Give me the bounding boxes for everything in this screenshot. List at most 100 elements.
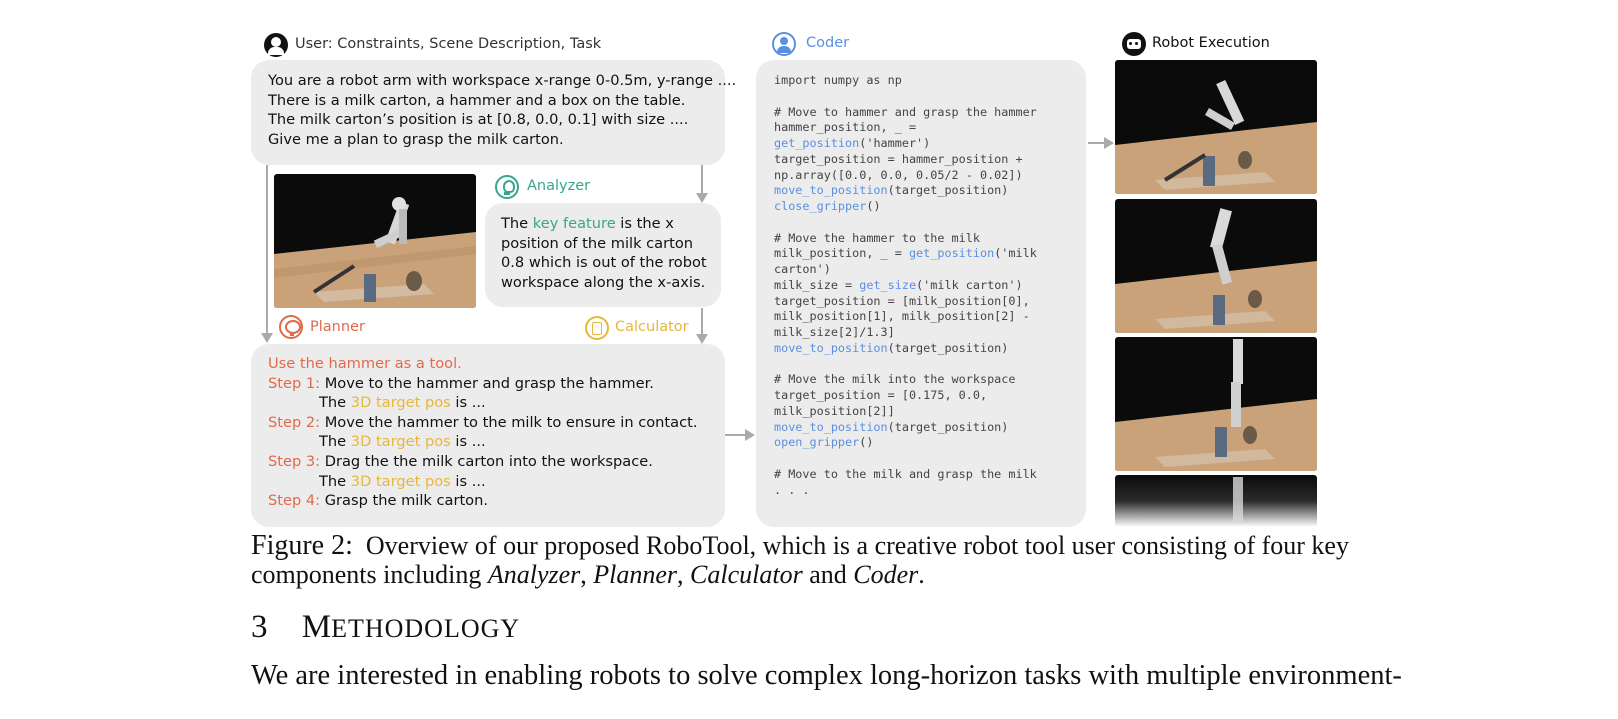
caption-analyzer: Analyzer	[487, 560, 581, 589]
figure-label: Figure 2:	[251, 530, 353, 561]
arrowhead-icon	[261, 333, 273, 343]
section-heading: 3 METHODOLOGY	[251, 609, 520, 646]
code-line: milk_size = get_size('milk carton')	[774, 278, 1086, 294]
code-function: get_position	[908, 246, 995, 261]
section-title-first: M	[301, 609, 332, 645]
code-text: milk_position[2]]	[774, 403, 895, 418]
sub-post: is ...	[450, 433, 486, 451]
arrow-user-to-planner-left	[266, 165, 268, 335]
code-text: ()	[866, 199, 881, 213]
step-text: Drag the the milk carton into the worksp…	[324, 452, 653, 470]
code-function: move_to_position	[774, 340, 888, 355]
code-text: import numpy as np	[774, 73, 902, 87]
planner-header: Planner	[310, 319, 365, 335]
coder-bubble: import numpy as np # Move to hammer and g…	[756, 60, 1086, 527]
caption-text-1: Overview of our proposed RoboTool, which…	[365, 531, 1349, 560]
user-line-1: You are a robot arm with workspace x-ran…	[268, 72, 737, 89]
robot-frame-3	[1115, 337, 1317, 471]
step-text: Grasp the milk carton.	[324, 492, 488, 510]
planner-step-2-sub: The 3D target pos is ...	[268, 432, 725, 452]
calculator-header: Calculator	[615, 319, 689, 335]
sub-target-pos: 3D target pos	[350, 394, 451, 412]
code-line: target_position = [0.175, 0.0,	[774, 388, 1086, 404]
code-line: import numpy as np	[774, 73, 1086, 89]
body-paragraph: We are interested in enabling robots to …	[251, 660, 1402, 691]
code-block: import numpy as np # Move to hammer and g…	[774, 73, 1086, 498]
step-text: Move to the hammer and grasp the hammer.	[324, 374, 654, 392]
sub-pre: The	[319, 433, 351, 451]
robot-frame-2	[1115, 199, 1317, 333]
scene-image	[274, 174, 476, 308]
code-text: # Move to hammer and grasp the hammer	[774, 104, 1037, 119]
planner-step-2: Step 2: Move the hammer to the milk to e…	[268, 413, 725, 433]
code-line: hammer_position, _ =	[774, 120, 1086, 136]
code-line: np.array([0.0, 0.0, 0.05/2 - 0.02])	[774, 168, 1086, 184]
sub-post: is ...	[450, 472, 486, 490]
code-line: move_to_position(target_position)	[774, 183, 1086, 199]
analyzer-text: The key feature is the x position of the…	[501, 214, 711, 292]
lightbulb-icon	[495, 175, 519, 199]
code-line: target_position = hammer_position +	[774, 152, 1086, 168]
code-line: # Move to hammer and grasp the hammer	[774, 105, 1086, 121]
code-line: milk_size[2]/1.3]	[774, 325, 1086, 341]
section-number: 3	[251, 609, 268, 645]
code-line: carton')	[774, 262, 1086, 278]
code-line: milk_position[1], milk_position[2] -	[774, 309, 1086, 325]
code-line: # Move the milk into the workspace	[774, 372, 1086, 388]
code-function: open_gripper	[774, 435, 860, 450]
section-title-rest: ETHODOLOGY	[331, 614, 521, 643]
planner-content: Use the hammer as a tool. Step 1: Move t…	[268, 354, 725, 511]
code-function: close_gripper	[774, 199, 867, 213]
figure-caption-line-1: Figure 2: Overview of our proposed RoboT…	[251, 530, 1349, 562]
arrowhead-icon	[696, 193, 708, 203]
analyzer-header: Analyzer	[527, 178, 591, 194]
code-line: move_to_position(target_position)	[774, 420, 1086, 436]
code-line: # Move the hammer to the milk	[774, 231, 1086, 247]
code-text: hammer_position, _ =	[774, 120, 917, 135]
code-line: open_gripper()	[774, 435, 1086, 451]
step-text: Move the hammer to the milk to ensure in…	[324, 413, 698, 431]
sub-target-pos: 3D target pos	[350, 472, 451, 490]
analyzer-text-pre: The	[501, 215, 533, 232]
code-function: move_to_position	[774, 419, 888, 434]
code-function: move_to_position	[774, 183, 888, 198]
user-line-2: There is a milk carton, a hammer and a b…	[268, 91, 686, 109]
planner-bubble: Use the hammer as a tool. Step 1: Move t…	[251, 344, 725, 527]
code-text: milk_position[1], milk_position[2] -	[774, 309, 1030, 324]
caption-planner: Planner	[593, 560, 678, 589]
code-text: ('milk	[994, 246, 1037, 261]
code-text: milk_size[2]/1.3]	[774, 325, 895, 339]
code-text: # Move the hammer to the milk	[774, 230, 980, 245]
code-text: (target_position)	[887, 340, 1009, 355]
user-bubble: You are a robot arm with workspace x-ran…	[251, 60, 737, 165]
code-text: target_position = hammer_position +	[774, 151, 1023, 166]
code-line: milk_position[2]]	[774, 404, 1086, 420]
code-line: # Move to the milk and grasp the milk	[774, 467, 1086, 483]
planner-step-1-sub: The 3D target pos is ...	[268, 393, 725, 413]
sub-target-pos: 3D target pos	[350, 433, 451, 451]
planner-step-4: Step 4: Grasp the milk carton.	[268, 491, 725, 511]
code-text: np.array([0.0, 0.0, 0.05/2 - 0.02])	[774, 167, 1023, 182]
caption-coder: Coder	[853, 560, 919, 589]
code-line: close_gripper()	[774, 199, 1086, 215]
code-text: target_position = [milk_position[0],	[774, 293, 1030, 308]
code-text: target_position = [0.175, 0.0,	[774, 388, 988, 402]
user-header: User: Constraints, Scene Description, Ta…	[295, 36, 602, 52]
robot-frame-1	[1115, 60, 1317, 194]
sub-pre: The	[319, 394, 351, 412]
code-text: milk_position, _ =	[774, 246, 909, 261]
brain-icon	[279, 315, 303, 339]
code-line: get_position('hammer')	[774, 136, 1086, 152]
code-text: . . .	[774, 482, 810, 497]
step-label: Step 4:	[268, 492, 321, 510]
code-function: get_position	[774, 136, 860, 150]
planner-step-1: Step 1: Move to the hammer and grasp the…	[268, 374, 725, 394]
coder-header: Coder	[806, 35, 850, 51]
step-label: Step 2:	[268, 413, 321, 431]
calculator-icon	[585, 316, 609, 340]
code-text: # Move to the milk and grasp the milk	[774, 466, 1037, 481]
user-line-4: Give me a plan to grasp the milk carton.	[268, 130, 564, 148]
arrow-user-to-analyzer	[701, 165, 703, 195]
figure-caption-line-2: components including Analyzer, Planner, …	[251, 560, 925, 589]
